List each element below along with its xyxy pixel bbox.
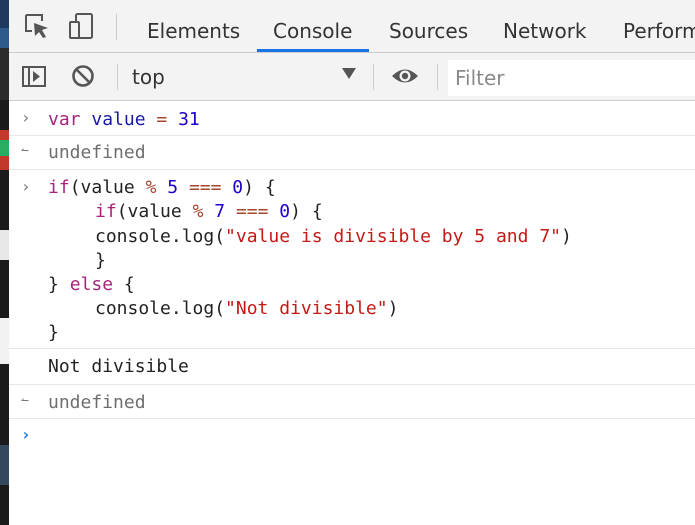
devtools-tab-bar: Elements Console Sources Network Perform	[9, 0, 695, 53]
console-input-entry: › if(value % 5 === 0) { if(value % 7 ===…	[9, 170, 695, 349]
inspect-element-icon[interactable]	[21, 10, 53, 42]
code-line[interactable]: console.log("value is divisible by 5 and…	[95, 225, 572, 249]
active-tab-indicator	[257, 49, 369, 52]
keyword: var	[48, 109, 81, 130]
code-line[interactable]: console.log("Not divisible")	[95, 297, 398, 321]
console-input-entry: › var value = 31	[9, 101, 695, 136]
toolbar-divider	[117, 64, 118, 90]
desktop-edge	[0, 0, 9, 525]
result-value: undefined	[48, 142, 146, 163]
toolbar-divider	[373, 64, 374, 90]
return-arrow-icon: ↼	[21, 393, 29, 408]
code-line[interactable]: if(value % 5 === 0) {	[48, 176, 276, 200]
tab-console[interactable]: Console	[273, 0, 352, 52]
prompt-caret-icon: ›	[21, 425, 31, 444]
eye-icon[interactable]	[389, 60, 421, 92]
console-log-entry: Not divisible	[9, 349, 695, 385]
device-toolbar-icon[interactable]	[65, 10, 97, 42]
chevron-down-icon[interactable]	[342, 68, 356, 79]
input-chevron-icon: ›	[21, 177, 31, 196]
context-selector[interactable]: top	[132, 65, 165, 89]
console-result-entry: ↼ undefined	[9, 135, 695, 170]
toolbar-divider	[437, 64, 438, 90]
input-chevron-icon: ›	[21, 108, 31, 127]
log-output: Not divisible	[48, 356, 189, 377]
console-prompt-line[interactable]: ›	[9, 419, 695, 459]
console-result-entry: ↼ undefined	[9, 385, 695, 419]
variable-name: value	[91, 109, 146, 130]
code-line[interactable]: }	[48, 321, 59, 345]
tab-sources[interactable]: Sources	[389, 0, 468, 52]
devtools-panel: Elements Console Sources Network Perform…	[9, 0, 695, 525]
number-literal: 31	[178, 109, 200, 130]
tab-performance[interactable]: Perform	[623, 0, 695, 52]
code-line[interactable]: }	[95, 249, 106, 273]
tab-network[interactable]: Network	[503, 0, 587, 52]
return-arrow-icon: ↼	[21, 143, 29, 158]
code-line[interactable]: } else {	[48, 273, 135, 297]
toolbar-divider	[116, 14, 117, 40]
sidebar-toggle-icon[interactable]	[18, 60, 50, 92]
input-code[interactable]: var value = 31	[48, 108, 200, 132]
clear-console-icon[interactable]	[67, 60, 99, 92]
result-value: undefined	[48, 392, 146, 413]
filter-input[interactable]	[455, 64, 685, 92]
code-line[interactable]: if(value % 7 === 0) {	[95, 200, 323, 224]
tab-elements[interactable]: Elements	[147, 0, 240, 52]
operator: =	[156, 109, 168, 130]
